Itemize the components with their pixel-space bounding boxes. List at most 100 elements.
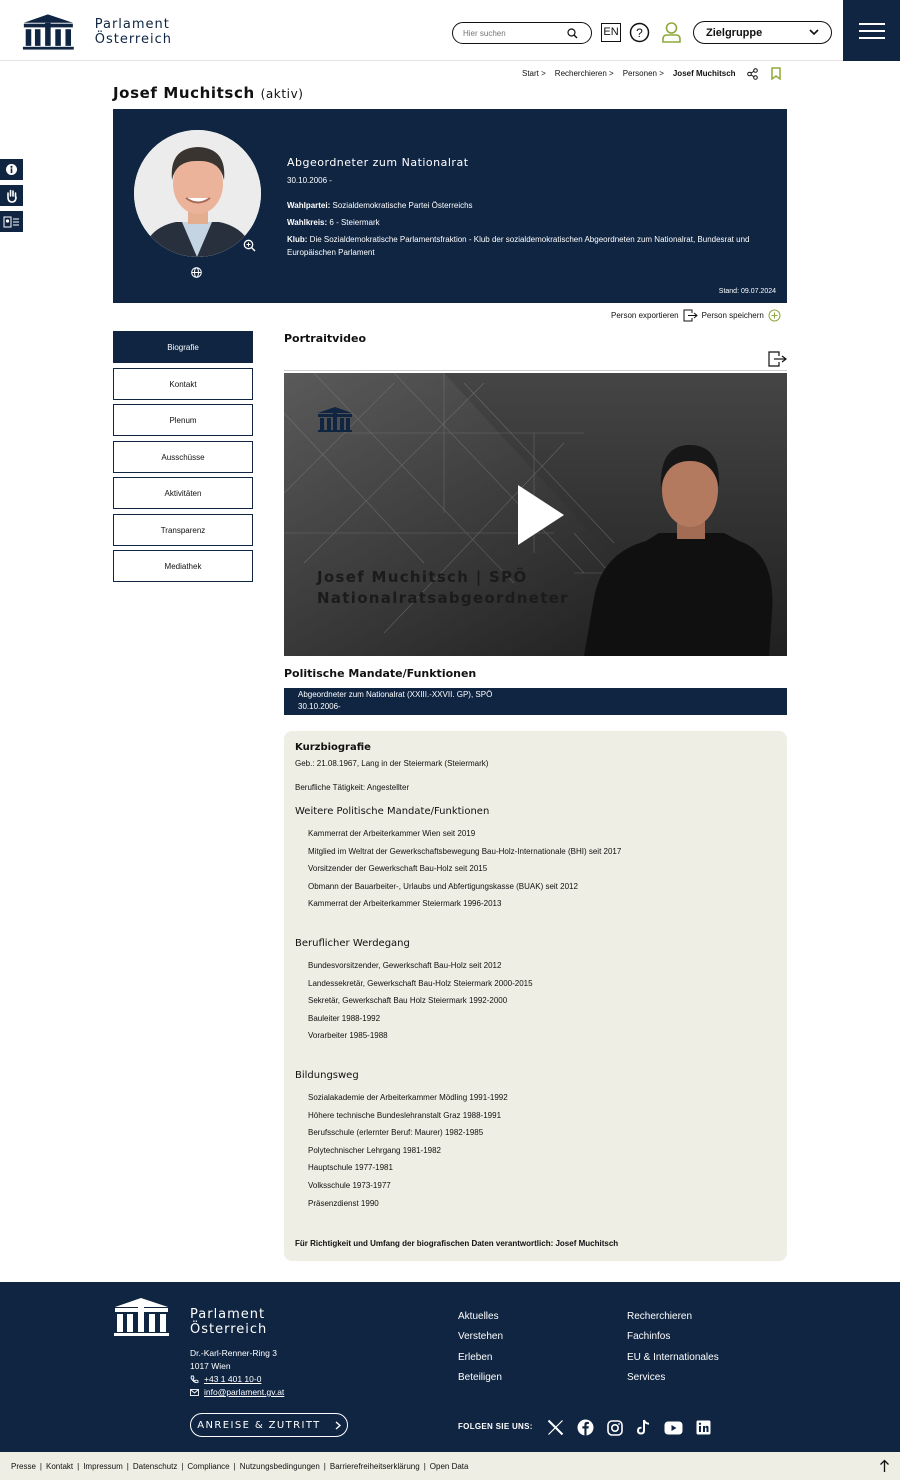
list-item: Berufsschule (erlernter Beruf: Maurer) 1… [308, 1128, 484, 1138]
footer-logo-icon[interactable] [113, 1297, 170, 1337]
search-box[interactable] [452, 22, 592, 44]
breadcrumb-current: Josef Muchitsch [672, 69, 736, 78]
bottom-link-presse[interactable]: Presse [11, 1462, 36, 1471]
accessibility-tool-3[interactable] [0, 211, 23, 232]
list-item: Landessekretär, Gewerkschaft Bau-Holz St… [308, 978, 533, 988]
email-link[interactable]: info@parlament.gv.at [204, 1386, 284, 1399]
parliament-logo[interactable]: Parlament Österreich [22, 12, 172, 52]
directions-button[interactable]: ANREISE & ZUTRITT [190, 1413, 348, 1437]
person-status: (aktiv) [260, 87, 304, 101]
phone-icon [190, 1375, 199, 1384]
youtube-icon[interactable] [664, 1421, 683, 1435]
logo-line-2: Österreich [94, 32, 172, 47]
video-title-overlay: Josef Muchitsch | SPÖ Nationalratsabgeor… [317, 567, 569, 609]
share-icon[interactable] [746, 67, 758, 80]
tab-transparenz[interactable]: Transparenz [113, 514, 253, 546]
footer-logo-text: Parlament Österreich [190, 1307, 267, 1337]
site-footer: Parlament Österreich Dr.-Karl-Renner-Rin… [0, 1282, 900, 1452]
district-value: 6 - Steiermark [329, 218, 380, 227]
bio-edu-list: Sozialakademie der Arbeiterkammer Mödlin… [308, 1089, 508, 1212]
list-item: Kammerrat der Arbeiterkammer Wien seit 2… [308, 829, 476, 838]
tab-aktivitaeten[interactable]: Aktivitäten [113, 477, 253, 509]
facebook-icon[interactable] [577, 1419, 594, 1436]
list-item: Polytechnischer Lehrgang 1981-1982 [308, 1145, 441, 1155]
address-line-1: Dr.-Karl-Renner-Ring 3 [190, 1348, 277, 1358]
directions-label: ANREISE & ZUTRITT [197, 1419, 321, 1431]
bottom-link-nutzungsbedingungen[interactable]: Nutzungsbedingungen [240, 1462, 320, 1471]
footer-link-verstehen[interactable]: Verstehen [458, 1327, 503, 1347]
list-item: Sozialakademie der Arbeiterkammer Mödlin… [308, 1093, 508, 1102]
bio-job: Berufliche Tätigkeit: Angestellter [295, 783, 410, 792]
breadcrumb-personen[interactable]: Personen > [623, 69, 664, 78]
footer-link-beteiligen[interactable]: Beteiligen [458, 1368, 503, 1388]
zoom-icon[interactable] [243, 239, 256, 252]
bio-further-list: Kammerrat der Arbeiterkammer Wien seit 2… [308, 825, 621, 913]
bottom-link-barrierefreiheit[interactable]: Barrierefreiheitserklärung [330, 1462, 420, 1471]
social-icons [547, 1419, 711, 1436]
search-input[interactable] [463, 28, 567, 38]
mandates-title: Politische Mandate/Funktionen [284, 667, 477, 680]
instagram-icon[interactable] [607, 1419, 623, 1436]
sign-language-icon [6, 189, 17, 203]
export-icon[interactable] [683, 309, 698, 322]
party-line: Wahlpartei: Sozialdemokratische Partei Ö… [287, 199, 757, 212]
language-switch[interactable]: EN [601, 23, 621, 42]
bottom-link-open-data[interactable]: Open Data [430, 1462, 469, 1471]
footer-link-eu[interactable]: EU & Internationales [627, 1348, 719, 1368]
export-label[interactable]: Person exportieren [611, 311, 679, 320]
mandate-line-1: Abgeordneter zum Nationalrat (XXIII.-XXV… [298, 690, 493, 699]
footer-link-recherchieren[interactable]: Recherchieren [627, 1307, 719, 1327]
breadcrumb-start[interactable]: Start > [522, 69, 546, 78]
phone-row: +43 1 401 10-0 [190, 1373, 284, 1386]
menu-button[interactable] [843, 0, 900, 61]
tab-biografie[interactable]: Biografie [113, 331, 253, 363]
svg-text:?: ? [636, 26, 643, 40]
list-item: Kammerrat der Arbeiterkammer Steiermark … [308, 899, 502, 909]
footer-link-services[interactable]: Services [627, 1368, 719, 1388]
phone-link[interactable]: +43 1 401 10-0 [204, 1373, 261, 1386]
site-header: Parlament Österreich EN ? Zielgruppe [0, 0, 900, 61]
bio-disclaimer: Für Richtigkeit und Umfang der biografis… [295, 1239, 619, 1248]
bookmark-icon[interactable] [770, 67, 781, 80]
bio-born: Geb.: 21.08.1967, Lang in der Steiermark… [295, 759, 489, 768]
page-title: Josef Muchitsch (aktiv) [113, 84, 304, 102]
party-label: Wahlpartei: [287, 201, 331, 210]
bottom-link-kontakt[interactable]: Kontakt [46, 1462, 73, 1471]
accessibility-tool-2[interactable] [0, 185, 23, 206]
website-globe-icon[interactable] [191, 267, 202, 278]
tab-plenum[interactable]: Plenum [113, 404, 253, 436]
video-section-title: Portraitvideo [284, 332, 367, 345]
search-icon[interactable] [567, 27, 578, 39]
tiktok-icon[interactable] [636, 1419, 651, 1436]
district-label: Wahlkreis: [287, 218, 328, 227]
save-label[interactable]: Person speichern [702, 311, 764, 320]
help-icon[interactable]: ? [629, 22, 650, 43]
user-icon[interactable] [661, 21, 682, 44]
tab-kontakt[interactable]: Kontakt [113, 368, 253, 400]
footer-link-aktuelles[interactable]: Aktuelles [458, 1307, 503, 1327]
target-group-select[interactable]: Zielgruppe [693, 21, 832, 44]
chevron-down-icon [809, 29, 819, 36]
add-circle-icon[interactable] [768, 309, 781, 322]
accessibility-icon [6, 164, 17, 175]
accessibility-tool-1[interactable] [0, 159, 23, 180]
district-line: Wahlkreis: 6 - Steiermark [287, 216, 757, 229]
tab-mediathek[interactable]: Mediathek [113, 550, 253, 582]
video-export-icon[interactable] [768, 351, 787, 367]
person-name: Josef Muchitsch [113, 84, 255, 102]
footer-link-fachinfos[interactable]: Fachinfos [627, 1327, 719, 1347]
bottom-link-datenschutz[interactable]: Datenschutz [133, 1462, 177, 1471]
list-item: Präsenzdienst 1990 [308, 1198, 379, 1208]
portrait-video-player[interactable]: Josef Muchitsch | SPÖ Nationalratsabgeor… [284, 373, 787, 656]
logo-text: Parlament Österreich [95, 17, 172, 47]
footer-link-erleben[interactable]: Erleben [458, 1348, 503, 1368]
bottom-link-compliance[interactable]: Compliance [187, 1462, 229, 1471]
bottom-link-impressum[interactable]: Impressum [83, 1462, 123, 1471]
arrow-up-icon[interactable] [879, 1459, 890, 1473]
linkedin-icon[interactable] [696, 1420, 711, 1435]
tab-ausschuesse[interactable]: Ausschüsse [113, 441, 253, 473]
list-item: Vorsitzender der Gewerkschaft Bau-Holz s… [308, 864, 488, 874]
breadcrumb-recherchieren[interactable]: Recherchieren > [555, 69, 614, 78]
x-twitter-icon[interactable] [547, 1419, 564, 1436]
footer-logo-line-2: Österreich [190, 1322, 268, 1337]
